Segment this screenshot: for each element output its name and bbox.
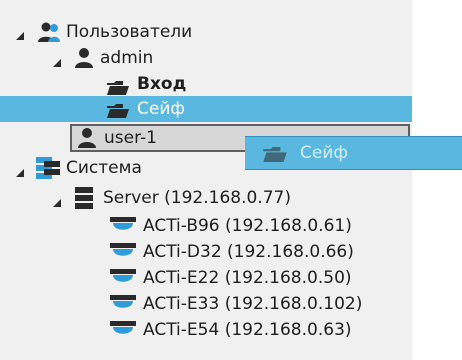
dome-camera-icon: [110, 295, 136, 320]
tree-label: Server (192.168.0.77): [103, 188, 291, 208]
server-icon: [36, 157, 60, 186]
tree-panel: Пользователи admin Вход Сейф user-1 Сист…: [0, 0, 412, 360]
tree-row-server[interactable]: Server (192.168.0.77): [0, 186, 412, 210]
tree-label: ACTi-E54 (192.168.0.63): [143, 320, 352, 340]
tree-label: ACTi-B96 (192.168.0.61): [143, 216, 352, 236]
dome-camera-icon: [110, 243, 136, 268]
tree-row-camera[interactable]: ACTi-E54 (192.168.0.63): [0, 318, 412, 342]
tree-row-admin[interactable]: admin: [0, 46, 412, 70]
tree-row-camera[interactable]: ACTi-E22 (192.168.0.50): [0, 266, 412, 290]
tree-label: Система: [66, 158, 142, 178]
tree-row-system[interactable]: Система: [0, 156, 240, 180]
dome-camera-icon: [110, 321, 136, 346]
tree-row-users[interactable]: Пользователи: [0, 20, 412, 44]
tree-label: Сейф: [137, 99, 185, 119]
drag-ghost: Сейф: [245, 136, 462, 170]
server-icon: [75, 187, 93, 216]
expand-arrow-icon[interactable]: [52, 191, 62, 215]
tree-label: Пользователи: [66, 22, 193, 42]
tree-label: admin: [100, 48, 154, 68]
dome-camera-icon: [110, 217, 136, 242]
tree-row-camera[interactable]: ACTi-E33 (192.168.0.102): [0, 292, 412, 316]
user-icon: [78, 127, 96, 154]
tree-label: ACTi-E22 (192.168.0.50): [143, 268, 352, 288]
dome-camera-icon: [110, 269, 136, 294]
tree-row-camera[interactable]: ACTi-B96 (192.168.0.61): [0, 214, 412, 238]
tree-label: user-1: [104, 128, 157, 148]
tree-label: ACTi-E33 (192.168.0.102): [143, 294, 363, 314]
expand-arrow-icon[interactable]: [15, 24, 25, 48]
tree-label: ACTi-D32 (192.168.0.66): [143, 242, 354, 262]
folder-icon: [107, 103, 129, 123]
content-area: [412, 0, 462, 360]
expand-arrow-icon[interactable]: [15, 161, 25, 185]
tree-row-camera[interactable]: ACTi-D32 (192.168.0.66): [0, 240, 412, 264]
drag-ghost-label: Сейф: [300, 143, 348, 163]
tree-row-entry[interactable]: Вход: [0, 72, 412, 96]
tree-row-safe-selected[interactable]: Сейф: [0, 96, 412, 122]
folder-icon: [263, 147, 287, 167]
tree-label: Вход: [137, 74, 187, 94]
